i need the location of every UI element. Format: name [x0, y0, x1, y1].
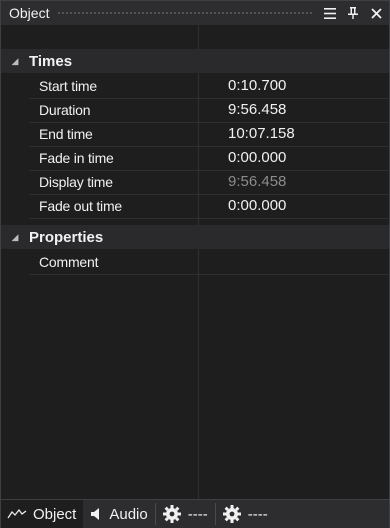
- tab-label: ----: [247, 505, 268, 523]
- object-panel: Object ◢ Times Start time 0:10.700 Durat…: [0, 0, 390, 528]
- tab-object[interactable]: Object: [1, 499, 84, 528]
- property-name: Duration: [39, 101, 91, 118]
- property-row-fade-in-time[interactable]: Fade in time 0:00.000: [29, 145, 389, 171]
- panel-title: Object: [9, 5, 50, 21]
- close-button[interactable]: [366, 3, 386, 23]
- collapse-triangle-icon[interactable]: ◢: [1, 56, 29, 67]
- tab-label: ----: [187, 505, 208, 523]
- bottom-tab-bar: Object Audio ---- ----: [1, 499, 389, 528]
- property-name: Start time: [39, 77, 97, 94]
- tab-label: Audio: [109, 505, 148, 523]
- property-row-display-time[interactable]: Display time 9:56.458: [29, 169, 389, 195]
- property-value[interactable]: 0:00.000: [198, 197, 389, 214]
- property-name: Comment: [39, 253, 99, 270]
- tab-gear-2[interactable]: ----: [216, 500, 275, 528]
- tab-gear-1[interactable]: ----: [156, 500, 215, 528]
- waveform-icon: [7, 508, 27, 520]
- close-icon: [370, 7, 382, 19]
- category-properties[interactable]: ◢ Properties: [1, 225, 389, 249]
- property-value[interactable]: 0:10.700: [198, 77, 389, 94]
- property-row-duration[interactable]: Duration 9:56.458: [29, 97, 389, 123]
- drag-grip[interactable]: [57, 10, 314, 16]
- property-name: Display time: [39, 173, 113, 190]
- property-value[interactable]: 9:56.458: [198, 101, 389, 118]
- category-times[interactable]: ◢ Times: [1, 49, 389, 73]
- category-label: Properties: [29, 228, 104, 246]
- gear-icon: [162, 504, 182, 524]
- panel-titlebar[interactable]: Object: [1, 1, 389, 25]
- collapse-triangle-icon[interactable]: ◢: [1, 232, 29, 243]
- property-row-start-time[interactable]: Start time 0:10.700: [29, 73, 389, 99]
- gear-icon: [222, 504, 242, 524]
- property-value[interactable]: 10:07.158: [198, 125, 389, 142]
- pin-button[interactable]: [343, 3, 363, 23]
- tab-label: Object: [33, 505, 77, 523]
- property-name: Fade out time: [39, 197, 122, 214]
- menu-button[interactable]: [320, 3, 340, 23]
- tab-audio[interactable]: Audio: [83, 500, 154, 528]
- property-name: Fade in time: [39, 149, 114, 166]
- property-row-end-time[interactable]: End time 10:07.158: [29, 121, 389, 147]
- property-row-fade-out-time[interactable]: Fade out time 0:00.000: [29, 193, 389, 219]
- speaker-icon: [89, 507, 103, 521]
- property-value: 9:56.458: [228, 173, 287, 190]
- menu-icon: [324, 7, 336, 19]
- pin-icon: [348, 7, 358, 19]
- property-value[interactable]: 0:00.000: [198, 149, 389, 166]
- property-name: End time: [39, 125, 93, 142]
- property-row-comment[interactable]: Comment: [29, 249, 389, 275]
- category-label: Times: [29, 52, 73, 70]
